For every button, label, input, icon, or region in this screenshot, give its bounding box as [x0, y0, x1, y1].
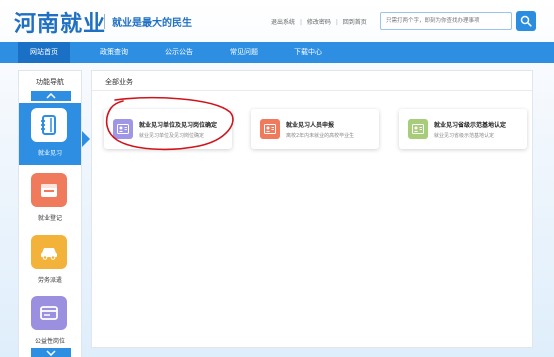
nav-announcements[interactable]: 公示公告	[153, 42, 205, 63]
logout-link[interactable]: 退出系统	[271, 19, 295, 26]
link-separator: |	[299, 19, 302, 26]
id-card-icon	[260, 119, 280, 139]
section-title: 全部业务	[105, 78, 133, 86]
service-card-personnel-declare[interactable]: 就业见习人员申报 离校2年内未就业的高校毕业生	[251, 109, 379, 149]
nav-home[interactable]: 网站首页	[18, 42, 70, 63]
card-title: 就业见习省级示范基地认定	[434, 122, 507, 129]
sidebar-item-label: 劳务派遣	[37, 277, 62, 284]
card-icon	[31, 296, 67, 330]
header: 河南就业 就业是最大的民生 退出系统 | 修改密码 | 回到首页	[0, 0, 554, 42]
sidebar: 功能导航 就业见习 就业登记 劳务派遣 公益性岗位	[18, 70, 82, 357]
card-description: 离校2年内未就业的高校毕业生	[286, 133, 355, 139]
card-description: 就业见习省级示范基地认定	[434, 133, 495, 139]
id-card-icon	[113, 119, 133, 139]
card-title: 就业见习人员申报	[286, 122, 335, 129]
scroll-down-button[interactable]	[31, 348, 71, 357]
notebook-icon	[31, 108, 67, 142]
search-icon	[520, 15, 532, 27]
site-logo[interactable]: 河南就业	[14, 6, 106, 38]
chevron-up-icon	[46, 93, 56, 99]
home-link[interactable]: 回到首页	[343, 19, 367, 26]
sidebar-item-label: 就业见习	[37, 150, 62, 157]
site-slogan: 就业是最大的民生	[112, 18, 192, 29]
sidebar-item-dispatch[interactable]: 劳务派遣	[19, 230, 81, 292]
sidebar-item-label: 公益性岗位	[34, 338, 65, 345]
main-panel: 全部业务 就业见习单位及见习岗位确定 就业见习单位及见习岗位确定 就业见习人员申…	[91, 70, 533, 348]
nav-policy[interactable]: 政策查询	[88, 42, 140, 63]
scroll-up-button[interactable]	[31, 91, 71, 101]
search-button[interactable]	[516, 11, 536, 31]
nav-faq[interactable]: 常见问题	[218, 42, 270, 63]
chevron-down-icon	[46, 350, 56, 356]
card-title: 就业见习单位及见习岗位确定	[139, 122, 218, 129]
search-input[interactable]	[380, 12, 512, 30]
card-description: 就业见习单位及见习岗位确定	[139, 133, 205, 139]
top-links: 退出系统 | 修改密码 | 回到首页	[271, 17, 367, 26]
sidebar-title: 功能导航	[36, 78, 64, 86]
id-card-icon	[408, 119, 428, 139]
calendar-icon	[31, 173, 67, 207]
nav-downloads[interactable]: 下载中心	[282, 42, 334, 63]
car-icon	[31, 235, 67, 269]
active-pointer	[82, 131, 90, 147]
service-card-unit-confirm[interactable]: 就业见习单位及见习岗位确定 就业见习单位及见习岗位确定	[104, 109, 232, 149]
sidebar-item-public-welfare[interactable]: 公益性岗位	[19, 291, 81, 353]
main-nav: 网站首页 政策查询 公示公告 常见问题 下载中心	[0, 42, 554, 63]
change-password-link[interactable]: 修改密码	[307, 19, 331, 26]
divider	[92, 90, 532, 91]
sidebar-item-label: 就业登记	[37, 215, 62, 222]
link-separator: |	[335, 19, 338, 26]
logo-divider	[104, 14, 105, 29]
sidebar-item-registration[interactable]: 就业登记	[19, 168, 81, 230]
service-card-demo-base[interactable]: 就业见习省级示范基地认定 就业见习省级示范基地认定	[399, 109, 527, 149]
sidebar-item-internship[interactable]: 就业见习	[19, 103, 81, 165]
